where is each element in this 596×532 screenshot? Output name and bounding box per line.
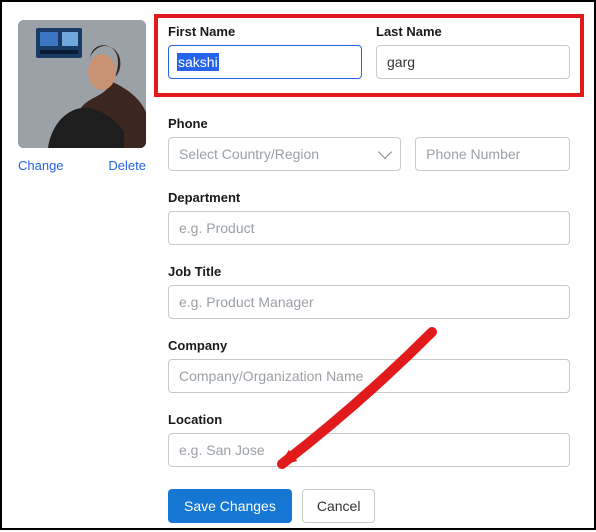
country-select[interactable]: Select Country/Region bbox=[168, 137, 401, 171]
name-row-highlight: First Name sakshi Last Name bbox=[154, 14, 584, 97]
job-title-field[interactable] bbox=[168, 285, 570, 319]
department-label: Department bbox=[168, 190, 240, 205]
location-label: Location bbox=[168, 412, 222, 427]
change-avatar-link[interactable]: Change bbox=[18, 158, 64, 173]
job-title-label: Job Title bbox=[168, 264, 221, 279]
delete-avatar-link[interactable]: Delete bbox=[108, 158, 146, 173]
first-name-label: First Name bbox=[168, 24, 362, 39]
last-name-label: Last Name bbox=[376, 24, 570, 39]
first-name-value: sakshi bbox=[177, 53, 219, 71]
phone-label: Phone bbox=[168, 116, 208, 131]
last-name-field[interactable] bbox=[376, 45, 570, 79]
cancel-button[interactable]: Cancel bbox=[302, 489, 376, 523]
country-placeholder: Select Country/Region bbox=[179, 146, 319, 162]
first-name-field[interactable]: sakshi bbox=[168, 45, 362, 79]
location-field[interactable] bbox=[168, 433, 570, 467]
phone-number-field[interactable] bbox=[415, 137, 570, 171]
chevron-down-icon bbox=[378, 145, 392, 159]
avatar bbox=[18, 20, 146, 148]
company-field[interactable] bbox=[168, 359, 570, 393]
department-field[interactable] bbox=[168, 211, 570, 245]
company-label: Company bbox=[168, 338, 227, 353]
save-button[interactable]: Save Changes bbox=[168, 489, 292, 523]
